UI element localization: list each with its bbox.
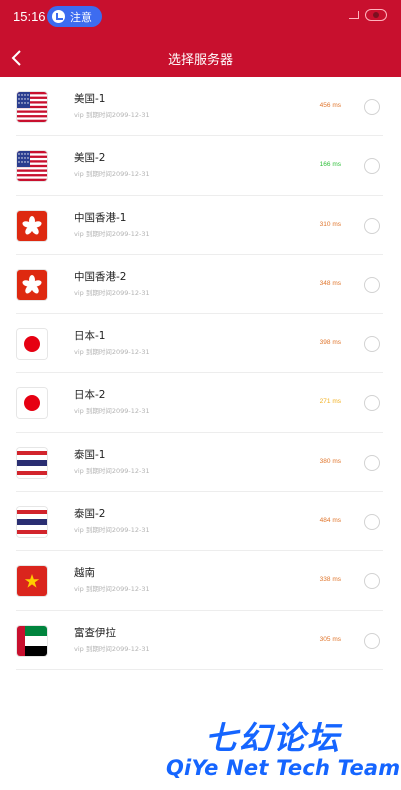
app-header: 15:16 注意 选择服务器 xyxy=(0,0,401,77)
notice-pill[interactable]: 注意 xyxy=(47,6,102,27)
server-name: 泰国-1 xyxy=(74,448,106,461)
nav-bar: 选择服务器 xyxy=(0,40,401,76)
system-icons xyxy=(329,9,387,21)
flag-th-icon xyxy=(17,507,47,538)
server-expiry: vip 到期时间2099-12-31 xyxy=(74,288,150,297)
server-name: 美国-2 xyxy=(74,152,106,165)
server-select-radio[interactable] xyxy=(364,632,380,649)
watermark-subtitle: QiYe Net Tech Team xyxy=(166,756,401,780)
server-name: 日本-1 xyxy=(74,330,106,343)
server-row[interactable]: 美国-1 vip 到期时间2099-12-31 456 ms xyxy=(0,77,401,137)
server-row[interactable]: 日本-1 vip 到期时间2099-12-31 398 ms xyxy=(0,314,401,374)
server-row[interactable]: 泰国-2 vip 到期时间2099-12-31 484 ms xyxy=(0,492,401,552)
server-select-radio[interactable] xyxy=(364,395,380,412)
server-expiry: vip 到期时间2099-12-31 xyxy=(74,466,150,475)
server-row[interactable]: 越南 vip 到期时间2099-12-31 338 ms xyxy=(0,551,401,611)
server-expiry: vip 到期时间2099-12-31 xyxy=(74,407,150,416)
server-expiry: vip 到期时间2099-12-31 xyxy=(74,111,150,119)
server-row[interactable]: 日本-2 vip 到期时间2099-12-31 271 ms xyxy=(0,373,401,434)
server-ping: 310 ms xyxy=(319,220,341,228)
server-select-radio[interactable] xyxy=(364,99,380,115)
server-row[interactable]: 中国香港-1 vip 到期时间2099-12-31 310 ms xyxy=(0,196,401,256)
page-title: 选择服务器 xyxy=(167,53,233,68)
server-list: 美国-1 vip 到期时间2099-12-31 456 ms 美国-2 vip 到期时间… xyxy=(0,77,401,671)
server-ping: 166 ms xyxy=(319,161,341,169)
server-name: 泰国-2 xyxy=(74,508,106,521)
status-time: 15:16 xyxy=(13,9,46,24)
server-ping: 456 ms xyxy=(319,102,341,109)
notice-label: 注意 xyxy=(70,10,92,24)
flag-vn-icon xyxy=(17,566,47,597)
server-name: 日本-2 xyxy=(74,389,106,402)
watermark-title: 七幻论坛 xyxy=(205,719,342,757)
server-ping: 484 ms xyxy=(319,517,341,525)
server-expiry: vip 到期时间2099-12-31 xyxy=(74,526,150,535)
server-row[interactable]: 中国香港-2 vip 到期时间2099-12-31 348 ms xyxy=(0,255,401,315)
server-name: 美国-1 xyxy=(74,93,106,105)
server-expiry: vip 到期时间2099-12-31 xyxy=(74,585,150,594)
check-icon xyxy=(52,10,65,23)
server-expiry: vip 到期时间2099-12-31 xyxy=(74,348,150,357)
server-expiry: vip 到期时间2099-12-31 xyxy=(74,229,150,238)
flag-jp-icon xyxy=(17,388,47,419)
server-name: 越南 xyxy=(74,567,95,580)
server-row[interactable]: 美国-2 vip 到期时间2099-12-31 166 ms xyxy=(0,136,401,196)
flag-ae-icon xyxy=(17,625,47,656)
server-ping: 338 ms xyxy=(319,576,341,584)
server-select-radio[interactable] xyxy=(364,158,380,175)
server-row[interactable]: 富查伊拉 vip 到期时间2099-12-31 305 ms xyxy=(0,611,401,671)
server-ping: 305 ms xyxy=(319,635,341,643)
server-expiry: vip 到期时间2099-12-31 xyxy=(74,644,150,653)
server-name: 富查伊拉 xyxy=(74,626,116,639)
server-row[interactable]: 泰国-1 vip 到期时间2099-12-31 380 ms xyxy=(0,433,401,493)
server-ping: 398 ms xyxy=(319,339,341,347)
server-ping: 271 ms xyxy=(319,398,341,406)
server-select-radio[interactable] xyxy=(364,573,380,590)
server-expiry: vip 到期时间2099-12-31 xyxy=(74,170,150,179)
flag-us-icon xyxy=(17,151,47,182)
server-ping: 348 ms xyxy=(319,279,341,287)
status-bar: 15:16 注意 xyxy=(0,0,401,34)
flag-hk-icon xyxy=(17,210,47,241)
server-select-radio[interactable] xyxy=(364,514,380,531)
server-select-radio[interactable] xyxy=(364,336,380,353)
flag-hk-icon xyxy=(17,269,47,300)
server-select-radio[interactable] xyxy=(364,217,380,234)
server-select-radio[interactable] xyxy=(364,276,380,293)
flag-th-icon xyxy=(17,447,47,478)
server-name: 中国香港-1 xyxy=(74,211,127,224)
battery-icon xyxy=(365,9,387,21)
server-select-radio[interactable] xyxy=(364,454,380,471)
flag-jp-icon xyxy=(17,329,47,360)
signal-icon xyxy=(349,11,359,19)
flag-us-icon xyxy=(17,92,47,122)
server-ping: 380 ms xyxy=(319,457,341,465)
server-name: 中国香港-2 xyxy=(74,270,127,283)
